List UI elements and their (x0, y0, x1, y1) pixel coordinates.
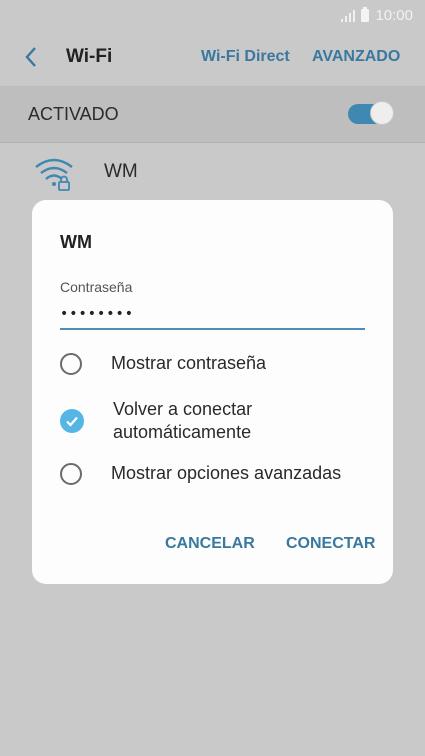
battery-icon (361, 7, 370, 22)
cancel-button[interactable]: CANCELAR (165, 535, 255, 553)
password-label: Contraseña (60, 279, 133, 295)
auto-reconnect-option[interactable]: Volver a conectar automáticamente (60, 398, 380, 444)
wifi-master-switch-row[interactable]: ACTIVADO (0, 86, 425, 143)
advanced-button[interactable]: AVANZADO (312, 48, 400, 66)
chevron-left-icon[interactable] (22, 45, 42, 69)
show-password-label: Mostrar contraseña (111, 353, 267, 373)
network-list-item[interactable]: WM (0, 143, 425, 199)
advanced-options-checkbox[interactable] (60, 462, 82, 485)
page-title: Wi-Fi (66, 46, 113, 67)
show-password-option[interactable]: Mostrar contraseña (60, 352, 380, 375)
connect-dialog: WM Contraseña Mostrar contraseña Volver … (32, 200, 393, 584)
advanced-options-option[interactable]: Mostrar opciones avanzadas (60, 462, 380, 485)
status-time: 10:00 (375, 7, 413, 24)
wifi-lock-icon (35, 158, 73, 191)
wifi-direct-button[interactable]: Wi-Fi Direct (201, 48, 290, 66)
master-switch-label: ACTIVADO (28, 104, 119, 124)
wifi-toggle[interactable] (348, 101, 394, 125)
checkmark-icon (66, 416, 78, 427)
auto-reconnect-label: Volver a conectar automáticamente (113, 399, 253, 442)
dialog-title: WM (60, 232, 92, 252)
connect-button[interactable]: CONECTAR (286, 535, 375, 553)
auto-reconnect-checkbox[interactable] (60, 409, 84, 433)
show-password-checkbox[interactable] (60, 352, 82, 375)
password-field[interactable] (60, 300, 365, 330)
advanced-options-label: Mostrar opciones avanzadas (111, 463, 342, 483)
network-name: WM (104, 161, 138, 182)
status-bar: 10:00 (0, 0, 425, 32)
app-bar: Wi-Fi Wi-Fi Direct AVANZADO (0, 32, 425, 82)
signal-icon (341, 9, 356, 22)
